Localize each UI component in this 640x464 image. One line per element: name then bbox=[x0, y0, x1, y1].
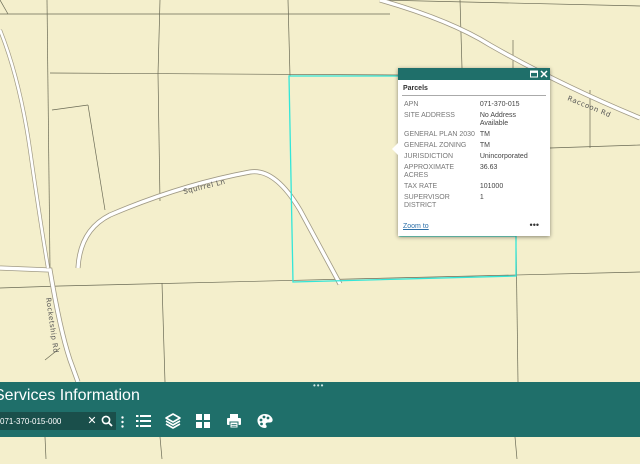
menu-dots-icon[interactable] bbox=[121, 415, 124, 428]
attribute-row: GENERAL ZONING TM bbox=[404, 141, 545, 152]
palette-icon[interactable] bbox=[256, 412, 274, 430]
print-icon[interactable] bbox=[225, 412, 243, 430]
attribute-row: APN 071-370-015 bbox=[404, 100, 545, 111]
attribute-table: APN 071-370-015 SITE ADDRESS No Address Av… bbox=[404, 100, 545, 212]
attribute-value: Unincorporated bbox=[479, 153, 528, 160]
attribute-row: GENERAL PLAN 2030 TM bbox=[404, 130, 545, 141]
attribute-value: TM bbox=[479, 131, 490, 138]
panel-title: Services Information bbox=[0, 387, 140, 404]
attribute-key: TAX RATE bbox=[404, 183, 438, 190]
attribute-row: APPROXIMATE ACRES 36.63 bbox=[404, 163, 545, 182]
popup-header bbox=[398, 68, 550, 80]
panel-resize-handle[interactable]: ••• bbox=[313, 382, 324, 390]
search-icon[interactable] bbox=[100, 414, 114, 428]
attribute-value: 101000 bbox=[479, 183, 504, 190]
popup-footer: Zoom to ••• bbox=[403, 220, 545, 233]
attribute-row: JURISDICTION Unincorporated bbox=[404, 152, 545, 163]
search-box: ✕ bbox=[0, 412, 116, 430]
layers-icon[interactable] bbox=[164, 412, 182, 430]
attribute-row: TAX RATE 101000 bbox=[404, 182, 545, 193]
attribute-value: 1 bbox=[479, 194, 484, 201]
map-bottom-strip bbox=[0, 436, 640, 460]
attribute-key: SITE ADDRESS bbox=[404, 112, 455, 119]
attribute-row: SITE ADDRESS No Address Available bbox=[404, 111, 545, 130]
attribute-value: No Address Available bbox=[479, 112, 517, 127]
popup-title: Parcels bbox=[402, 80, 546, 96]
attribute-key: GENERAL ZONING bbox=[404, 142, 467, 149]
attribute-key: APPROXIMATE ACRES bbox=[404, 164, 455, 179]
attribute-key: JURISDICTION bbox=[404, 153, 453, 160]
attribute-key: APN bbox=[404, 101, 419, 108]
attribute-key: GENERAL PLAN 2030 bbox=[404, 131, 475, 138]
attribute-value: TM bbox=[479, 142, 490, 149]
attribute-row: SUPERVISOR DISTRICT 1 bbox=[404, 193, 545, 212]
zoom-to-link[interactable]: Zoom to bbox=[403, 223, 429, 230]
list-icon[interactable] bbox=[135, 412, 153, 430]
attribute-value: 36.63 bbox=[479, 164, 498, 171]
maximize-icon[interactable] bbox=[529, 69, 539, 79]
close-icon[interactable] bbox=[539, 69, 549, 79]
attribute-value: 071-370-015 bbox=[479, 101, 520, 108]
attribute-key: SUPERVISOR DISTRICT bbox=[404, 194, 450, 209]
popup-pointer bbox=[392, 143, 398, 155]
parcel-popup: Parcels APN 071-370-015 SITE ADDRESS No Ad… bbox=[392, 68, 550, 236]
basemap-gallery-icon[interactable] bbox=[194, 412, 212, 430]
more-actions-button[interactable]: ••• bbox=[530, 220, 539, 230]
search-input[interactable] bbox=[0, 412, 84, 430]
clear-search-button[interactable]: ✕ bbox=[86, 414, 98, 428]
